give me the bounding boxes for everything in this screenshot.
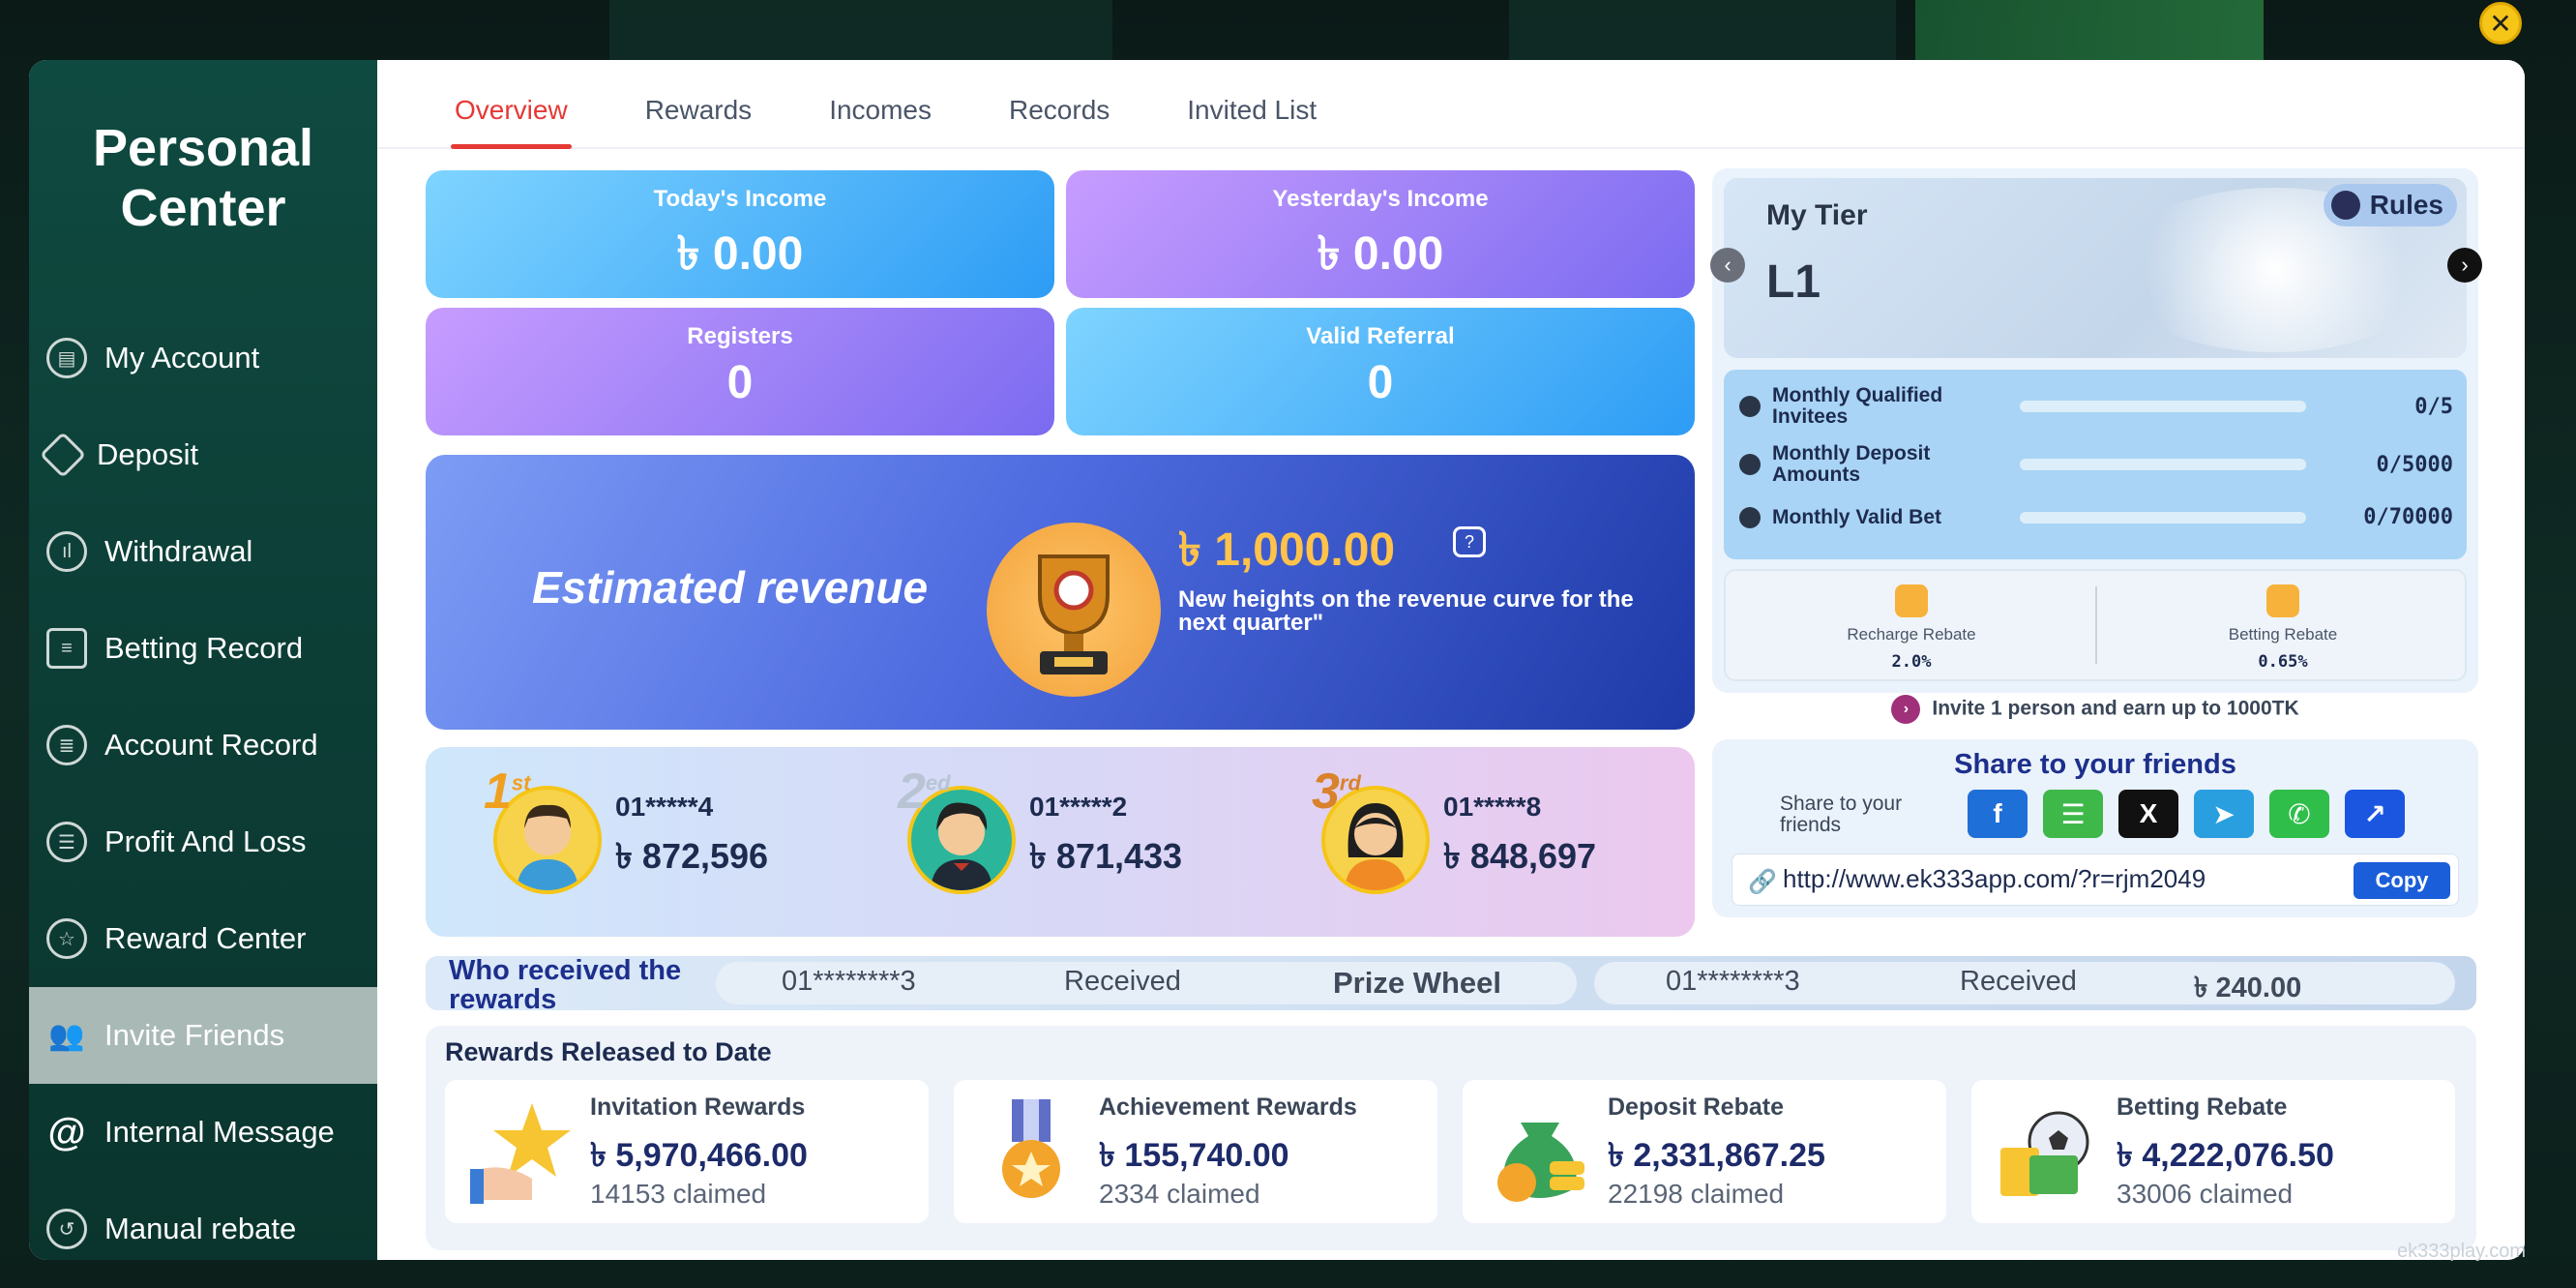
invite-hint: › Invite 1 person and earn up to 1000TK xyxy=(1712,695,2478,724)
recharge-rebate: Recharge Rebate 2.0% xyxy=(1726,584,2097,672)
tab-bar: Overview Rewards Incomes Records Invited… xyxy=(377,60,2525,149)
wallet-icon: ▤ xyxy=(46,338,87,378)
background-panel xyxy=(1915,0,2264,60)
sidebar-title: Personal Center xyxy=(92,119,314,237)
leaderboard-entry: 1st 01*****4 ৳ 872,596 xyxy=(484,764,768,894)
close-icon: ✕ xyxy=(2489,8,2512,39)
background-panel xyxy=(1509,0,1896,60)
share-panel: Share to your friends Share to your frie… xyxy=(1712,739,2478,917)
copy-button[interactable]: Copy xyxy=(2354,862,2450,899)
tab-invited-list[interactable]: Invited List xyxy=(1187,95,1317,147)
requirement-row: Monthly Valid Bet 0/70000 xyxy=(1739,505,2455,529)
chevron-left-icon[interactable]: ‹ xyxy=(1710,248,1745,283)
tier-level: L1 xyxy=(1766,256,1821,308)
star-hand-icon xyxy=(464,1093,580,1210)
leaderboard-entry: 3rd 01*****8 ৳ 848,697 xyxy=(1312,764,1596,894)
crown-icon xyxy=(1739,396,1761,417)
tab-records[interactable]: Records xyxy=(1009,95,1110,147)
betting-rebate-card: Betting Rebate ৳ 4,222,076.50 33006 clai… xyxy=(1971,1080,2455,1223)
ledger-icon: ≣ xyxy=(46,725,87,765)
achievement-rewards-card: Achievement Rewards ৳ 155,740.00 2334 cl… xyxy=(954,1080,1437,1223)
sidebar-item-deposit[interactable]: Deposit xyxy=(29,406,377,503)
rank-badge: 1st xyxy=(484,764,531,820)
estimated-revenue-amount: ৳ 1,000.00 xyxy=(1178,524,1396,576)
tier-panel: My Tier L1 Rules ‹ › Monthly Qualified I… xyxy=(1710,168,2482,693)
progress-bar xyxy=(2020,459,2306,470)
clipboard-icon: ≡ xyxy=(46,628,87,669)
referral-link-field[interactable]: 🔗 http://www.ek333app.com/?r=rjm2049 Cop… xyxy=(1732,854,2459,906)
registers-card: Registers 0 xyxy=(426,308,1054,435)
telegram-icon[interactable]: ➤ xyxy=(2194,790,2254,838)
personal-center-modal: Personal Center ▤ My Account Deposit ıl Wi… xyxy=(29,60,2525,1260)
background-panel xyxy=(609,0,1112,60)
rank-badge: 3rd xyxy=(1312,764,1361,820)
estimated-revenue-title: Estimated revenue xyxy=(532,562,929,613)
yesterdays-income-card: Yesterday's Income ৳ 0.00 xyxy=(1066,170,1695,298)
rank-badge: 2ed xyxy=(898,764,951,820)
link-icon: 🔗 xyxy=(1748,869,1777,895)
sidebar-item-account-record[interactable]: ≣ Account Record xyxy=(29,697,377,794)
progress-bar xyxy=(2020,401,2306,412)
sms-icon[interactable]: ☰ xyxy=(2043,790,2103,838)
invitation-rewards-card: Invitation Rewards ৳ 5,970,466.00 14153 … xyxy=(445,1080,929,1223)
estimated-revenue-subtitle: New heights on the revenue curve for the… xyxy=(1178,586,1634,636)
close-button[interactable]: ✕ xyxy=(2479,2,2522,45)
money-bag-icon xyxy=(1482,1093,1598,1210)
recharge-icon xyxy=(1895,584,1928,617)
sidebar-item-invite-friends[interactable]: 👥 Invite Friends xyxy=(29,987,377,1084)
at-icon: @ xyxy=(47,1110,86,1153)
tab-incomes[interactable]: Incomes xyxy=(829,95,932,147)
star-icon: ☆ xyxy=(46,918,87,959)
todays-income-card: Today's Income ৳ 0.00 xyxy=(426,170,1054,298)
watermark: ek333play.com xyxy=(2397,1241,2527,1262)
sidebar-item-my-account[interactable]: ▤ My Account xyxy=(29,310,377,406)
progress-bar xyxy=(2020,511,2306,524)
rewards-ticker: Who received the rewards 01********3 Rec… xyxy=(426,956,2476,1014)
trophy-icon xyxy=(987,523,1161,697)
share-icon[interactable]: ↗ xyxy=(2345,790,2405,838)
dice-icon xyxy=(1739,506,1761,528)
sidebar-item-reward-center[interactable]: ☆ Reward Center xyxy=(29,890,377,987)
ticket-icon xyxy=(39,431,87,479)
leaderboard-entry: 2ed 01*****2 ৳ 871,433 xyxy=(898,764,1182,894)
chat-bubble-icon[interactable]: ? xyxy=(1453,526,1486,557)
sidebar-item-withdrawal[interactable]: ıl Withdrawal xyxy=(29,503,377,600)
sidebar-item-internal-message[interactable]: @ Internal Message xyxy=(29,1084,377,1181)
list-icon: ☰ xyxy=(46,822,87,862)
medal-icon xyxy=(973,1093,1089,1210)
requirement-row: Monthly Qualified Invitees 0/5 xyxy=(1739,385,2455,428)
whatsapp-icon[interactable]: ✆ xyxy=(2269,790,2329,838)
chart-icon: ıl xyxy=(46,531,87,572)
valid-referral-card: Valid Referral 0 xyxy=(1066,308,1695,435)
deposit-icon xyxy=(1739,454,1761,475)
tab-rewards[interactable]: Rewards xyxy=(645,95,752,147)
soccer-money-icon xyxy=(1991,1093,2107,1210)
tier-card: My Tier L1 Rules xyxy=(1724,178,2467,358)
x-icon[interactable]: X xyxy=(2118,790,2178,838)
chevron-right-icon: › xyxy=(1891,695,1921,724)
rebate-box: Recharge Rebate 2.0% Betting Rebate 0.65… xyxy=(1724,569,2467,681)
sidebar-item-profit-and-loss[interactable]: ☰ Profit And Loss xyxy=(29,794,377,890)
sidebar-item-manual-rebate[interactable]: ↺ Manual rebate xyxy=(29,1181,377,1260)
coin-stack-icon xyxy=(2266,584,2299,617)
ticker-title: Who received the rewards xyxy=(449,955,682,1015)
rules-icon xyxy=(2330,191,2360,220)
sidebar-item-betting-record[interactable]: ≡ Betting Record xyxy=(29,600,377,697)
chevron-right-icon[interactable]: › xyxy=(2447,248,2482,283)
estimated-revenue-banner: Estimated revenue ৳ 1,000.00 ? New heigh… xyxy=(426,455,1695,730)
tier-requirements: Monthly Qualified Invitees 0/5 Monthly D… xyxy=(1724,370,2467,559)
rules-button[interactable]: Rules xyxy=(2323,184,2457,226)
leaderboard: 1st 01*****4 ৳ 872,596 2ed 01*****2 ৳ 87… xyxy=(426,747,1695,937)
tab-overview[interactable]: Overview xyxy=(451,95,572,149)
betting-rebate: Betting Rebate 0.65% xyxy=(2097,584,2469,672)
main-content: Overview Rewards Incomes Records Invited… xyxy=(377,60,2525,1260)
add-user-icon: 👥 xyxy=(48,1019,85,1052)
requirement-row: Monthly Deposit Amounts 0/5000 xyxy=(1739,443,2455,486)
deposit-rebate-card: Deposit Rebate ৳ 2,331,867.25 22198 clai… xyxy=(1463,1080,1946,1223)
sidebar: Personal Center ▤ My Account Deposit ıl Wi… xyxy=(29,60,377,1260)
facebook-icon[interactable]: f xyxy=(1968,790,2028,838)
rewards-released-section: Rewards Released to Date Invitation Rewa… xyxy=(426,1026,2476,1250)
rebate-icon: ↺ xyxy=(46,1209,87,1249)
